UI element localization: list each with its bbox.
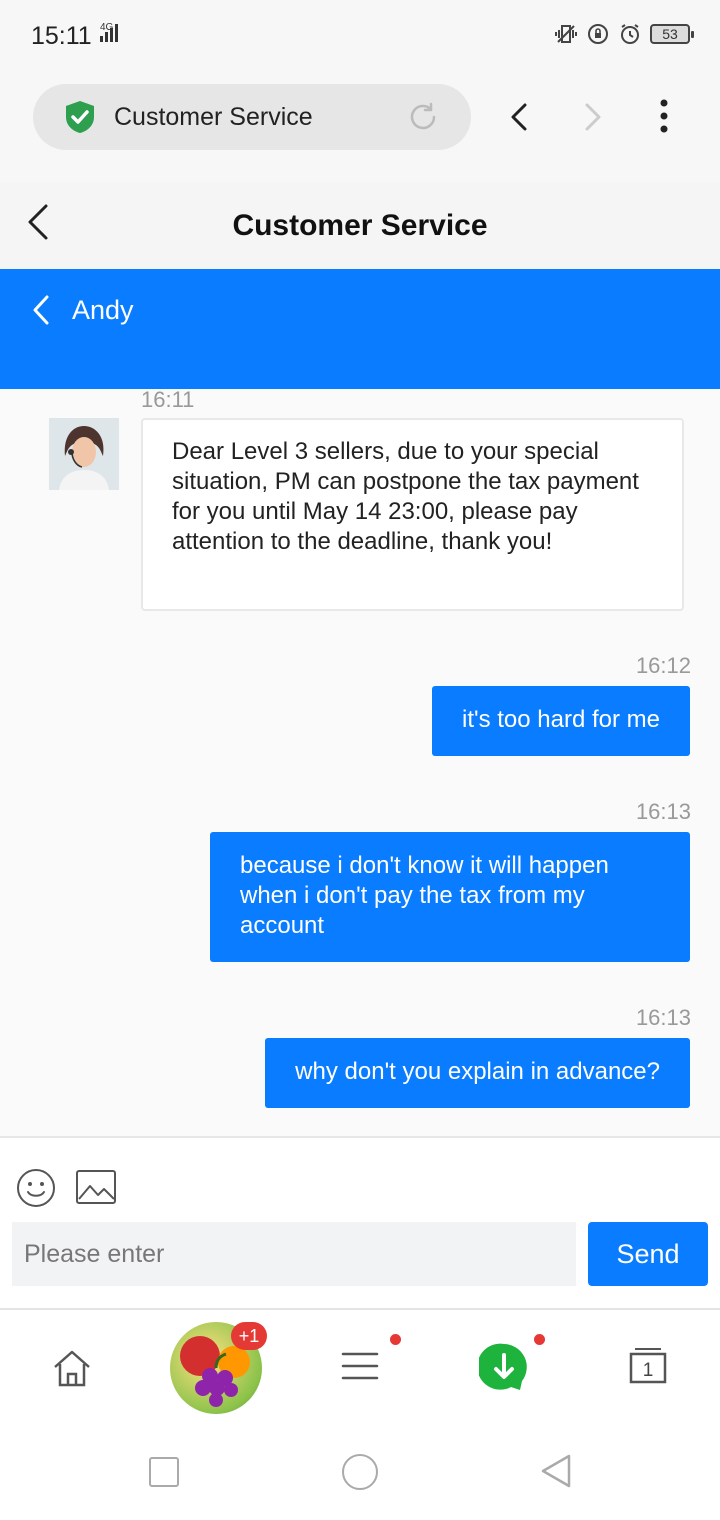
address-bar[interactable]: Customer Service	[33, 84, 471, 150]
message-bubble-outgoing: why don't you explain in advance?	[265, 1038, 690, 1108]
message-time: 16:12	[635, 653, 691, 678]
recent-apps-icon[interactable]	[149, 1457, 179, 1487]
chat-header: Andy	[0, 269, 720, 389]
message-time: 16:13	[635, 799, 691, 824]
agent-name: Andy	[72, 295, 134, 325]
system-home-icon[interactable]	[342, 1454, 378, 1490]
menu-icon[interactable]	[341, 1350, 379, 1382]
message-time: 16:13	[635, 1005, 691, 1030]
composer: Send	[0, 1136, 720, 1308]
avatar-image	[49, 418, 119, 490]
shield-check-icon	[66, 101, 94, 133]
system-nav-bar	[0, 1420, 720, 1520]
chat-back-icon[interactable]	[30, 293, 54, 327]
system-back-icon[interactable]	[540, 1453, 572, 1489]
chat-messages[interactable]: 16:11 Dear Level 3 sellers, due to your …	[0, 387, 720, 1136]
alarm-icon	[621, 24, 639, 44]
download-notification-dot	[534, 1334, 545, 1345]
home-icon[interactable]	[51, 1348, 93, 1388]
agent-avatar	[49, 418, 119, 490]
battery-icon: 53	[650, 24, 694, 44]
status-time: 15:11	[31, 22, 92, 50]
tabs-count: 1	[643, 1360, 654, 1381]
tabs-icon[interactable]: 1	[629, 1346, 667, 1384]
message-bubble-outgoing: it's too hard for me	[432, 686, 690, 756]
image-icon[interactable]	[75, 1169, 117, 1205]
reload-icon[interactable]	[407, 101, 439, 133]
send-button[interactable]: Send	[588, 1222, 708, 1286]
address-bar-title: Customer Service	[114, 103, 313, 131]
network-type: 4G	[100, 22, 114, 33]
signal-icon: 4G	[92, 22, 118, 42]
status-bar: 15:11 4G 53	[0, 0, 720, 74]
emoji-icon[interactable]	[15, 1167, 57, 1209]
download-icon[interactable]	[479, 1342, 529, 1392]
page-header: Customer Service	[0, 182, 720, 269]
message-time: 16:11	[141, 387, 195, 412]
menu-notification-dot	[390, 1334, 401, 1345]
vibrate-icon	[555, 25, 577, 43]
browser-toolbar: Customer Service	[0, 74, 720, 182]
status-icons: 53	[554, 22, 694, 46]
browser-bottom-nav: +1 1	[0, 1308, 720, 1420]
page-title: Customer Service	[232, 209, 488, 242]
game-badge: +1	[231, 1322, 267, 1350]
message-input[interactable]	[12, 1222, 576, 1286]
message-bubble-outgoing: because i don't know it will happen when…	[210, 832, 690, 962]
message-bubble-incoming: Dear Level 3 sellers, due to your specia…	[141, 418, 684, 611]
browser-back-icon[interactable]	[505, 100, 535, 134]
rotation-lock-icon	[588, 24, 608, 44]
more-menu-icon[interactable]	[650, 96, 678, 136]
browser-forward-icon[interactable]	[577, 100, 607, 134]
